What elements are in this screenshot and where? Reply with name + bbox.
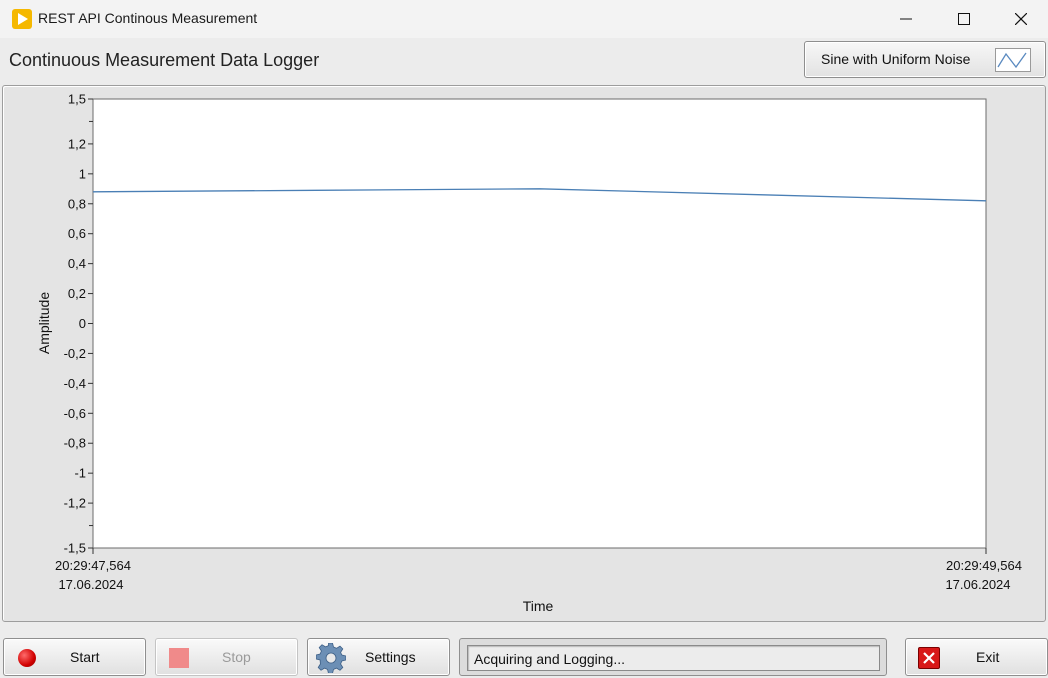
y-axis-title: Amplitude bbox=[36, 292, 52, 354]
exit-x-icon bbox=[918, 647, 940, 669]
record-icon bbox=[18, 649, 36, 667]
status-text: Acquiring and Logging... bbox=[474, 651, 625, 667]
start-button[interactable]: Start bbox=[3, 638, 146, 676]
plot-area bbox=[92, 98, 987, 549]
y-tick-label: -1,2 bbox=[64, 496, 86, 511]
maximize-button[interactable] bbox=[935, 0, 993, 38]
status-indicator: Acquiring and Logging... bbox=[459, 638, 887, 676]
x-tick-date: 17.06.2024 bbox=[58, 577, 123, 592]
start-button-label: Start bbox=[70, 649, 100, 665]
x-tick-time: 20:29:47,564 bbox=[55, 558, 131, 573]
minimize-button[interactable] bbox=[877, 0, 935, 38]
waveform-icon bbox=[995, 48, 1031, 72]
y-tick-label: -1,5 bbox=[64, 541, 86, 556]
stop-icon bbox=[169, 648, 189, 668]
y-tick-label: 1 bbox=[79, 166, 86, 181]
y-tick-label: -0,6 bbox=[64, 406, 86, 421]
y-tick-label: -0,8 bbox=[64, 436, 86, 451]
x-tick-date: 17.06.2024 bbox=[945, 577, 1010, 592]
y-tick-label: 0,6 bbox=[68, 226, 86, 241]
settings-button[interactable]: Settings bbox=[307, 638, 450, 676]
y-tick-label: -1 bbox=[74, 466, 86, 481]
settings-button-label: Settings bbox=[365, 649, 416, 665]
signal-type-selector[interactable]: Sine with Uniform Noise bbox=[804, 41, 1046, 78]
y-tick-label: 1,2 bbox=[68, 136, 86, 151]
status-field: Acquiring and Logging... bbox=[467, 645, 880, 671]
title-bar: REST API Continous Measurement bbox=[0, 0, 1048, 38]
x-axis-title: Time bbox=[523, 598, 554, 614]
chart-panel: 1,5 1,2 1 0,8 0,6 0,4 0,2 0 -0,2 -0,4 -0,6 -0,8 -1 -1… bbox=[2, 85, 1046, 622]
maximize-icon bbox=[958, 13, 970, 25]
y-tick-label: 0,4 bbox=[68, 256, 86, 271]
y-tick-label: -0,4 bbox=[64, 376, 86, 391]
gear-icon bbox=[315, 642, 347, 678]
amplitude-chart: 1,5 1,2 1 0,8 0,6 0,4 0,2 0 -0,2 -0,4 -0,6 -0,8 -1 -1… bbox=[36, 92, 1022, 615]
signal-type-label: Sine with Uniform Noise bbox=[821, 51, 971, 67]
y-tick-label: 0,2 bbox=[68, 286, 86, 301]
y-tick-label: 0,8 bbox=[68, 196, 86, 211]
y-tick-label: -0,2 bbox=[64, 346, 86, 361]
minimize-icon bbox=[900, 18, 912, 20]
y-tick-label: 0 bbox=[79, 316, 86, 331]
page-title: Continuous Measurement Data Logger bbox=[9, 50, 320, 70]
x-tick-time: 20:29:49,564 bbox=[946, 558, 1022, 573]
close-button[interactable] bbox=[993, 0, 1048, 38]
y-tick-label: 1,5 bbox=[68, 92, 86, 107]
exit-button-label: Exit bbox=[976, 649, 1000, 665]
stop-button-label: Stop bbox=[222, 649, 251, 665]
window-title: REST API Continous Measurement bbox=[38, 10, 258, 26]
app-play-icon bbox=[12, 9, 32, 29]
stop-button[interactable]: Stop bbox=[155, 638, 298, 676]
close-icon bbox=[1014, 13, 1027, 25]
exit-button[interactable]: Exit bbox=[905, 638, 1048, 676]
